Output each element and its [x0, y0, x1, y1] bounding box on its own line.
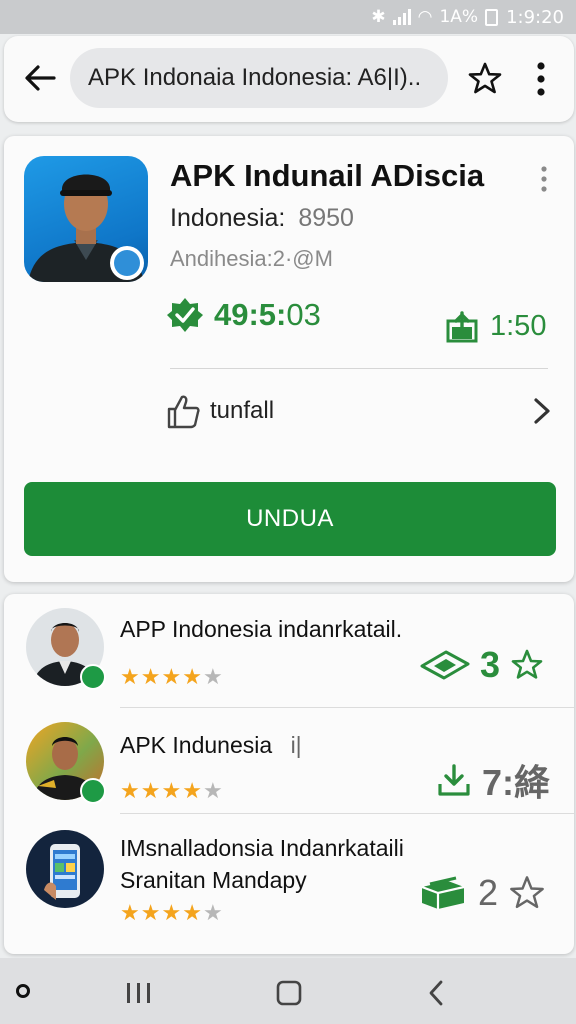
- list-item-title: APP Indonesia indanrkatail.: [120, 616, 403, 642]
- installed-check-icon: [80, 778, 106, 804]
- list-item[interactable]: IMsnalladonsia Indanrkataili Sranitan Ma…: [4, 814, 574, 954]
- thumbs-up-icon: [167, 395, 200, 429]
- star-icon: ★: [120, 664, 140, 689]
- list-item-count: 3: [480, 644, 501, 685]
- installed-check-icon: [80, 664, 106, 690]
- star-icon: ★: [120, 778, 140, 803]
- nav-back-icon[interactable]: [426, 978, 446, 1008]
- star-rating: ★ ★ ★ ★ ★: [120, 902, 223, 924]
- list-item-title-block: IMsnalladonsia Indanrkataili Sranitan Ma…: [120, 832, 404, 896]
- network-label: 1A%: [439, 7, 479, 27]
- list-item-title: APK Indunesia: [120, 732, 273, 758]
- app-subtitle: Indonesia: 8950: [170, 204, 354, 233]
- status-icons: ✱ ◠ 1A%: [371, 7, 499, 27]
- tag-row[interactable]: tunfall: [166, 388, 554, 434]
- app-subtitle-label: Indonesia:: [170, 204, 286, 232]
- wifi-icon: ◠: [417, 7, 433, 27]
- app-more-vert-icon[interactable]: [534, 164, 554, 194]
- star-icon: ★: [140, 900, 161, 925]
- star-icon: ★: [161, 900, 182, 925]
- rating-value-tail: 03: [286, 297, 321, 332]
- rating-badge-icon: [167, 298, 203, 332]
- list-item-stat: 2: [418, 872, 546, 914]
- star-icon: ★: [182, 778, 202, 803]
- star-icon: ★: [161, 778, 182, 803]
- star-icon: ★: [202, 664, 223, 689]
- rating-value-main: 49:5:: [214, 297, 287, 332]
- star-rating: ★ ★ ★ ★ ★: [120, 780, 223, 802]
- star-icon: ★: [182, 664, 202, 689]
- chevron-right-icon: [534, 398, 550, 424]
- install-button[interactable]: UNDUA: [24, 482, 556, 556]
- verified-badge-icon: [110, 246, 144, 280]
- app-title: APK Indunail ADiscia: [170, 158, 485, 193]
- related-apps-list: APP Indonesia indanrkatail. ★★★★★ 3: [4, 594, 574, 954]
- list-item[interactable]: APP Indonesia indanrkatail. ★ ★ ★ ★ ★ 3: [4, 594, 574, 708]
- list-item-title: IMsnalladonsia Indanrkataili: [120, 835, 404, 861]
- app-subtitle-value: 8950: [298, 204, 354, 232]
- downloads-stat: 1:50: [446, 310, 546, 343]
- status-time: 1:9:20: [506, 6, 564, 28]
- rating-row: 49:5:03: [166, 296, 321, 334]
- downloads-value: 1:50: [490, 310, 547, 342]
- list-item[interactable]: APK Indunesia i| ★ ★ ★ ★ ★ 7:絳: [4, 708, 574, 814]
- app-detail-card: APK Indunail ADiscia Indonesia: 8950 And…: [4, 136, 574, 582]
- download-icon: [438, 764, 470, 796]
- list-item-stat: 7:絳: [436, 754, 550, 806]
- rating-value: 49:5:03: [214, 297, 321, 333]
- search-header: APK Indonaia Indonesia: A6|I)..: [4, 36, 574, 122]
- list-item-title-line2: Sranitan Mandapy: [120, 867, 307, 893]
- list-item-title-row: APK Indunesia i|: [120, 732, 302, 759]
- tag-label: tunfall: [210, 397, 275, 424]
- battery-icon: [485, 8, 499, 26]
- list-item-stat: 3: [420, 644, 544, 686]
- search-query: APK Indonaia Indonesia: A6|I)..: [88, 64, 422, 91]
- app-meta: Andihesia:2·@M: [170, 246, 333, 271]
- star-outline-icon: [510, 876, 544, 909]
- recents-icon[interactable]: [124, 982, 154, 1004]
- avatar-phone-image: [44, 844, 80, 900]
- avatar: [26, 830, 104, 908]
- more-vert-icon[interactable]: [526, 58, 556, 100]
- star-rating: ★ ★ ★ ★ ★: [120, 666, 223, 688]
- star-icon: ★: [202, 900, 223, 925]
- assistant-dot-icon[interactable]: [16, 984, 30, 998]
- ticket-icon: [420, 650, 470, 680]
- list-item-count: 7:絳: [482, 762, 551, 803]
- list-item-title-suffix: i|: [290, 732, 302, 758]
- system-nav-bar: [0, 958, 576, 1024]
- status-bar: ✱ ◠ 1A% 1:9:20: [0, 0, 576, 34]
- star-outline-icon: [511, 649, 543, 679]
- star-icon: ★: [202, 778, 223, 803]
- home-icon[interactable]: [276, 980, 302, 1006]
- star-icon: ★: [161, 664, 182, 689]
- divider: [170, 368, 548, 369]
- star-outline-icon[interactable]: [466, 60, 504, 98]
- star-icon: ★: [140, 664, 161, 689]
- star-icon: ★: [140, 778, 161, 803]
- package-icon: [421, 876, 465, 909]
- star-icon: ★: [120, 900, 140, 925]
- bluetooth-icon: ✱: [371, 7, 386, 27]
- back-arrow-icon[interactable]: [20, 58, 60, 98]
- download-icon: [446, 310, 478, 342]
- list-item-count: 2: [478, 872, 499, 913]
- search-input[interactable]: APK Indonaia Indonesia: A6|I)..: [70, 48, 448, 108]
- signal-icon: [392, 9, 411, 25]
- star-icon: ★: [182, 900, 202, 925]
